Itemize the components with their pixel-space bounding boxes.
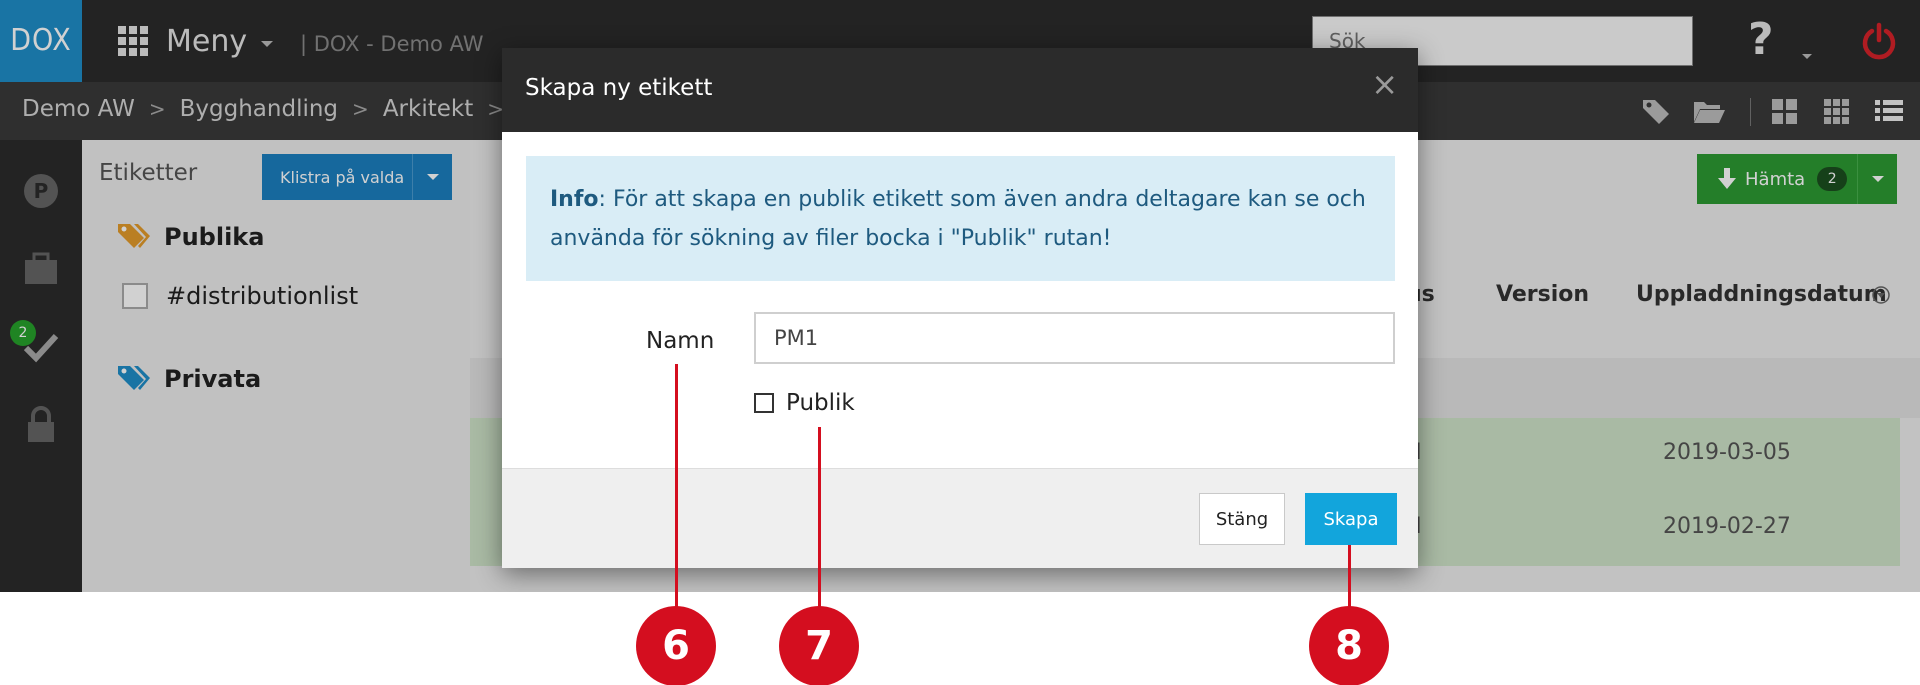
close-button[interactable]: Stäng [1199,493,1285,545]
background-app: DOX Meny | DOX - Demo AW ? Demo AW > Byg… [0,0,1920,592]
public-checkbox[interactable] [754,393,774,413]
callout-marker-7: 7 [779,606,859,685]
callout-marker-8: 8 [1309,606,1389,685]
name-field-label: Namn [646,328,715,354]
info-label: Info [550,187,599,212]
create-label-dialog: Skapa ny etikett × Info: För att skapa e… [502,48,1418,568]
create-button[interactable]: Skapa [1305,493,1397,545]
public-checkbox-label[interactable]: Publik [786,390,855,416]
info-text: : För att skapa en publik etikett som äv… [550,187,1366,251]
dialog-header: Skapa ny etikett × [502,48,1418,132]
dialog-title: Skapa ny etikett [525,75,713,101]
callout-line-7 [818,427,821,616]
name-field[interactable] [754,312,1395,364]
close-icon[interactable]: × [1371,68,1398,100]
screenshot-stage: DOX Meny | DOX - Demo AW ? Demo AW > Byg… [0,0,1920,685]
callout-marker-6: 6 [636,606,716,685]
info-alert: Info: För att skapa en publik etikett so… [526,156,1395,281]
public-checkbox-row[interactable]: Publik [754,390,855,416]
callout-line-6 [675,364,678,616]
